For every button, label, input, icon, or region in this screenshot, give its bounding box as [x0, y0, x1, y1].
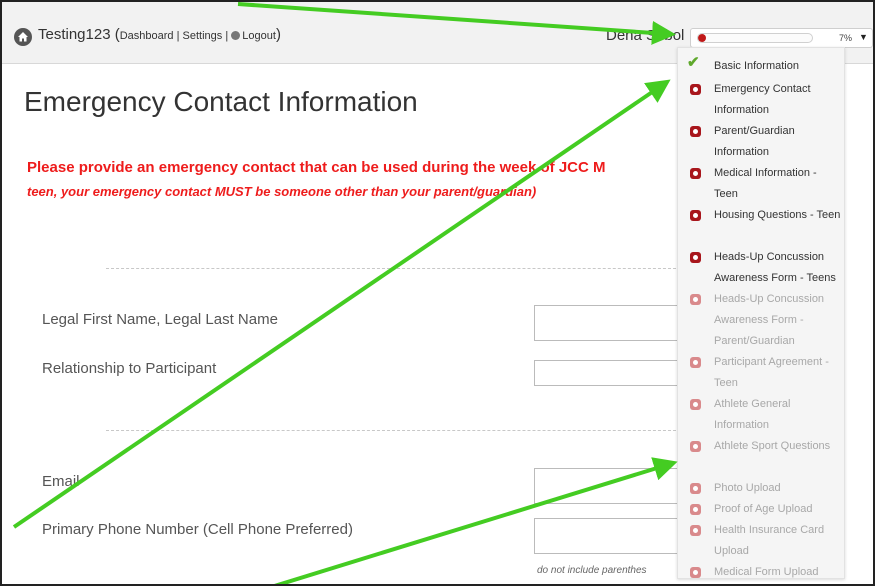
- section-divider: [106, 268, 676, 269]
- record-icon: [690, 126, 701, 137]
- menu-item-label: Participant Agreement - Teen: [714, 356, 829, 389]
- section-divider: [106, 430, 676, 431]
- menu-item-label: Parent/Guardian Information: [714, 125, 795, 158]
- relationship-label: Relationship to Participant: [42, 360, 217, 377]
- record-icon: [690, 504, 701, 515]
- progress-dropdown[interactable]: 7% ▼: [690, 28, 873, 48]
- menu-item-label: Heads-Up Concussion Awareness Form - Tee…: [714, 251, 836, 284]
- menu-item[interactable]: Housing Questions - Teen: [678, 205, 846, 226]
- record-icon: [690, 210, 701, 221]
- menu-item-label: Athlete General Information: [714, 398, 791, 431]
- app-title-nav: Testing123 (Dashboard | Settings | Logou…: [38, 26, 281, 43]
- dashboard-link[interactable]: Dashboard: [120, 30, 174, 42]
- name-label: Legal First Name, Legal Last Name: [42, 311, 278, 328]
- nav-close-paren: ): [275, 26, 281, 43]
- nav-separator: |: [222, 30, 232, 42]
- name-input[interactable]: [534, 305, 684, 341]
- menu-item-label: Proof of Age Upload: [714, 503, 813, 515]
- menu-item[interactable]: Proof of Age Upload: [678, 499, 846, 520]
- menu-item[interactable]: Medical Form Upload: [678, 562, 846, 583]
- phone-input[interactable]: [534, 518, 684, 554]
- menu-item[interactable]: Heads-Up Concussion Awareness Form - Par…: [678, 289, 846, 352]
- record-icon: [690, 294, 701, 305]
- menu-item-label: Emergency Contact Information: [714, 83, 811, 116]
- logout-link[interactable]: Logout: [242, 30, 276, 42]
- record-icon: [690, 483, 701, 494]
- record-icon: [690, 567, 701, 578]
- checkmark-icon: ✔: [687, 54, 700, 71]
- record-icon: [690, 84, 701, 95]
- menu-item-label: Athlete Sport Questions: [714, 440, 831, 452]
- email-input[interactable]: [534, 468, 684, 504]
- record-icon: [690, 357, 701, 368]
- progress-fill: [698, 34, 706, 42]
- menu-item-label: Housing Questions - Teen: [714, 209, 841, 221]
- record-icon: [690, 525, 701, 536]
- menu-item[interactable]: Participant Agreement - Teen: [678, 352, 846, 394]
- notice-subtext: teen, your emergency contact MUST be som…: [27, 184, 537, 199]
- menu-item[interactable]: Health Insurance Card Upload: [678, 520, 846, 562]
- menu-item-label: Photo Upload: [714, 482, 781, 494]
- menu-item-label: Heads-Up Concussion Awareness Form - Par…: [714, 293, 825, 347]
- menu-item[interactable]: Parent/Guardian Information: [678, 121, 846, 163]
- nav-separator: |: [173, 30, 183, 42]
- menu-item[interactable]: Medical Information - Teen: [678, 163, 846, 205]
- progress-percent: 7%: [839, 33, 853, 43]
- menu-item[interactable]: ✔ Basic Information: [678, 54, 846, 77]
- record-icon: [690, 252, 701, 263]
- app-name[interactable]: Testing123: [38, 26, 111, 43]
- page-title: Emergency Contact Information: [24, 86, 418, 117]
- email-label: Email: [42, 473, 80, 490]
- menu-item-label: Basic Information: [714, 60, 799, 72]
- menu-item[interactable]: Photo Upload: [678, 478, 846, 499]
- home-icon[interactable]: [14, 28, 32, 46]
- menu-item[interactable]: Athlete Sport Questions: [678, 436, 846, 457]
- chevron-down-icon[interactable]: ▼: [859, 32, 868, 42]
- relationship-input[interactable]: [534, 360, 684, 386]
- menu-item[interactable]: Athlete General Information: [678, 394, 846, 436]
- progress-bar: [697, 33, 813, 43]
- phone-label: Primary Phone Number (Cell Phone Preferr…: [42, 521, 353, 538]
- menu-item[interactable]: Heads-Up Concussion Awareness Form - Tee…: [678, 247, 846, 289]
- record-icon: [690, 441, 701, 452]
- user-name[interactable]: Dena Sobol: [606, 27, 684, 44]
- logout-icon[interactable]: [231, 31, 241, 40]
- record-icon: [690, 399, 701, 410]
- app-window: Testing123 (Dashboard | Settings | Logou…: [0, 0, 875, 586]
- settings-link[interactable]: Settings: [183, 30, 223, 42]
- progress-menu: ✔ Basic Information Emergency Contact Info…: [677, 47, 845, 579]
- menu-item[interactable]: Emergency Contact Information: [678, 79, 846, 121]
- record-icon: [690, 168, 701, 179]
- menu-item-label: Medical Form Upload: [714, 566, 819, 578]
- menu-item-label: Health Insurance Card Upload: [714, 524, 825, 557]
- menu-item-label: Medical Information - Teen: [714, 167, 817, 200]
- phone-hint: do not include parenthes: [537, 565, 647, 576]
- notice-text: Please provide an emergency contact that…: [27, 159, 606, 176]
